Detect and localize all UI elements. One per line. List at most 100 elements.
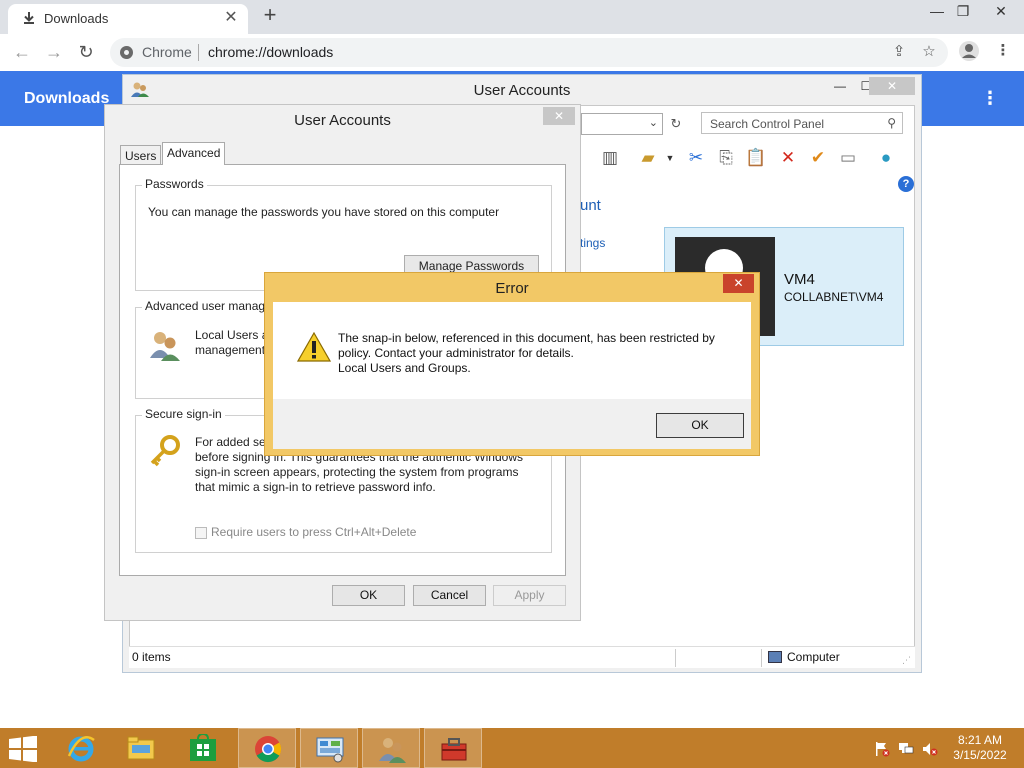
cp-search-placeholder: Search Control Panel — [710, 117, 825, 131]
control-panel-icon — [316, 737, 344, 763]
secure-signin-text-3: sign-in screen appears, protecting the s… — [195, 465, 519, 479]
chrome-icon — [255, 736, 282, 763]
ctrl-alt-delete-label: Require users to press Ctrl+Alt+Delete — [211, 525, 417, 539]
taskbar-toolbox[interactable] — [424, 728, 482, 768]
dialog-close-button[interactable]: ✕ — [543, 107, 575, 125]
cp-settings-link-fragment[interactable]: tings — [580, 236, 605, 250]
taskbar-store[interactable] — [174, 728, 232, 768]
clock-time: 8:21 AM — [957, 733, 1003, 747]
store-icon — [190, 734, 216, 761]
chrome-menu-icon[interactable]: ⋮ — [992, 40, 1014, 62]
paste-icon[interactable]: 📋 — [744, 146, 768, 170]
apply-button[interactable]: Apply — [493, 585, 566, 606]
restore-button[interactable]: ❐ — [946, 0, 980, 24]
error-body: The snap-in below, referenced in this do… — [273, 302, 751, 449]
delete-icon[interactable]: ✕ — [776, 146, 800, 170]
address-bar[interactable]: Chrome chrome://downloads ⇪ ☆ — [110, 38, 948, 67]
tab-downloads[interactable]: Downloads ✕ — [8, 4, 248, 34]
omnibox-separator — [198, 44, 199, 61]
status-divider — [761, 649, 762, 667]
tab-advanced[interactable]: Advanced — [162, 142, 226, 165]
secure-signin-text-1: For added sec — [195, 435, 272, 449]
downloads-menu-icon[interactable]: ⋮ — [980, 89, 1000, 109]
cp-address-bar[interactable]: ⌄ — [581, 113, 663, 135]
error-title: Error — [495, 280, 529, 297]
checkmark-icon[interactable]: ✔ — [806, 146, 830, 170]
passwords-description: You can manage the passwords you have st… — [148, 205, 500, 219]
share-icon[interactable]: ⇪ — [888, 41, 910, 63]
taskbar-clock[interactable]: 8:21 AM 3/15/2022 — [946, 733, 1014, 763]
advanced-mgmt-group-title: Advanced user manage — [142, 299, 275, 313]
passwords-group-title: Passwords — [142, 177, 207, 191]
taskbar-control-panel[interactable] — [300, 728, 358, 768]
users-group-icon — [150, 332, 180, 361]
toolbox-icon — [441, 738, 467, 761]
bookmark-star-icon[interactable]: ☆ — [918, 41, 940, 63]
dialog-title: User Accounts — [294, 112, 391, 129]
close-window-button[interactable]: ✕ — [984, 0, 1018, 24]
tab-title: Downloads — [44, 11, 109, 26]
secure-signin-text-4: that mimic a sign-in to retrieve passwor… — [195, 480, 436, 494]
status-location: Computer — [787, 650, 840, 664]
error-dialog: Error ✕ The snap-in below, referenced in… — [264, 272, 760, 456]
internet-explorer-icon — [67, 736, 95, 762]
chrome-site-icon — [120, 46, 133, 59]
cp-heading-fragment: unt — [580, 197, 601, 214]
back-arrow-icon[interactable]: ← — [10, 41, 34, 65]
user-domain: COLLABNET\VM4 — [784, 290, 884, 304]
clock-date: 3/15/2022 — [953, 748, 1007, 762]
ctrl-alt-delete-checkbox[interactable] — [195, 527, 207, 539]
taskbar-user-accounts[interactable] — [362, 728, 420, 768]
windows-start-icon[interactable] — [8, 736, 38, 762]
file-explorer-icon — [127, 736, 155, 760]
forward-arrow-icon[interactable]: → — [42, 41, 66, 65]
taskbar-chrome[interactable] — [238, 728, 296, 768]
action-center-flag-icon[interactable] — [874, 741, 890, 757]
tab-close-icon[interactable]: ✕ — [222, 9, 240, 27]
globe-icon[interactable]: ● — [874, 146, 898, 170]
resize-grip-icon[interactable]: ⋰ — [902, 655, 911, 666]
folder-icon[interactable]: ▰ — [636, 146, 660, 170]
new-tab-button[interactable]: + — [258, 4, 282, 28]
dropdown-arrow-icon[interactable]: ▼ — [658, 146, 682, 170]
cp-close-button[interactable]: ✕ — [869, 77, 915, 95]
cp-toolbar: ▥ ▰ ▼ ✂ ⎘ 📋 ✕ ✔ ▭ ● — [592, 146, 910, 174]
error-close-button[interactable]: ✕ — [723, 274, 754, 293]
properties-icon[interactable]: ▭ — [836, 146, 860, 170]
key-icon — [150, 435, 180, 467]
advanced-mgmt-text-1: Local Users ar — [195, 328, 273, 342]
cp-search-input[interactable]: Search Control Panel ⚲ — [701, 112, 903, 134]
cp-minimize-button[interactable]: — — [827, 77, 853, 95]
user-name: VM4 — [784, 271, 815, 288]
tab-users[interactable]: Users — [120, 145, 162, 165]
ok-button[interactable]: OK — [332, 585, 405, 606]
chevron-down-icon: ⌄ — [648, 117, 658, 129]
download-icon — [24, 12, 34, 24]
network-icon[interactable] — [898, 741, 914, 757]
volume-muted-icon[interactable] — [922, 741, 938, 757]
cp-status-bar: 0 items Computer ⋰ — [129, 646, 915, 668]
taskbar-internet-explorer[interactable] — [52, 728, 110, 768]
status-item-count: 0 items — [132, 650, 171, 664]
help-icon[interactable]: ? — [898, 176, 914, 192]
taskbar-file-explorer[interactable] — [112, 728, 170, 768]
cp-titlebar: User Accounts — ☐ ✕ — [123, 75, 921, 105]
warning-icon — [297, 332, 331, 362]
status-divider — [675, 649, 676, 667]
layout-icon[interactable]: ▥ — [598, 146, 622, 170]
error-ok-button[interactable]: OK — [656, 413, 744, 438]
advanced-mgmt-text-2: management — [195, 343, 266, 357]
taskbar: 8:21 AM 3/15/2022 — [0, 728, 1024, 768]
cut-icon[interactable]: ✂ — [684, 146, 708, 170]
cp-refresh-icon[interactable]: ↻ — [666, 113, 686, 135]
cancel-button[interactable]: Cancel — [413, 585, 486, 606]
computer-icon — [768, 651, 782, 663]
omnibox-site-label: Chrome — [142, 44, 192, 60]
chrome-tab-strip: Downloads ✕ + — ❐ ✕ — [0, 0, 1024, 34]
reload-icon[interactable]: ↻ — [74, 41, 98, 65]
copy-icon[interactable]: ⎘ — [714, 146, 738, 170]
search-icon: ⚲ — [887, 116, 896, 130]
profile-avatar-icon[interactable] — [958, 40, 980, 62]
page-title: Downloads — [24, 90, 110, 107]
secure-signin-group-title: Secure sign-in — [142, 407, 225, 421]
